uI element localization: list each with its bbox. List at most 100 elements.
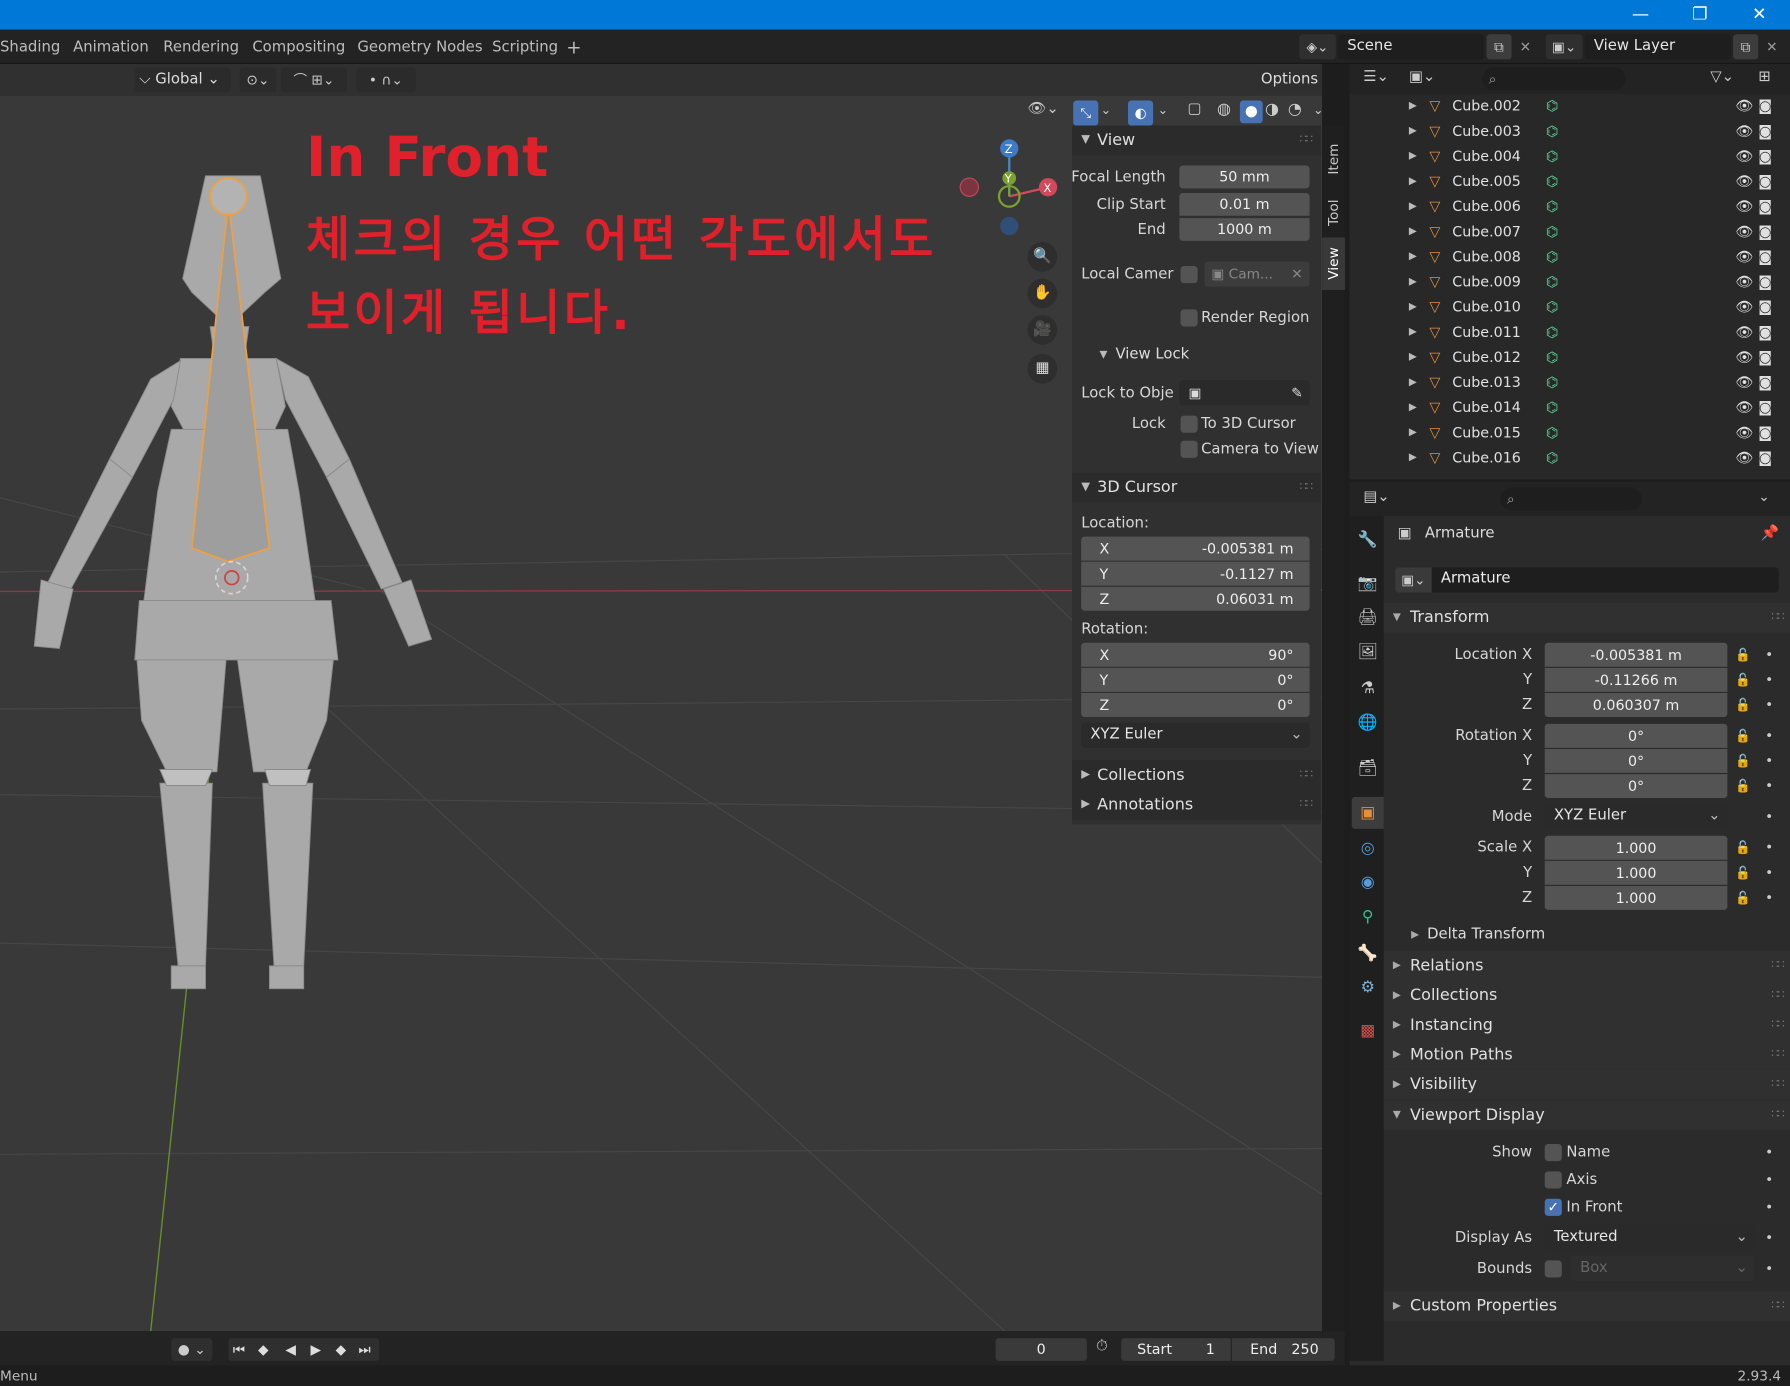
keyframe-dot-icon[interactable]: • xyxy=(1765,1171,1773,1187)
eye-icon[interactable]: 👁 xyxy=(1735,244,1753,269)
custom-properties-panel-header[interactable]: ▶ Custom Properties ∷∷ xyxy=(1383,1291,1790,1321)
play-icon[interactable]: ▶ xyxy=(311,1338,322,1361)
gizmo-dropdown-icon[interactable]: ⌄ xyxy=(1101,103,1112,118)
properties-search-input[interactable]: ⌕ xyxy=(1500,487,1642,511)
modifiers-tab-icon[interactable]: ◎ xyxy=(1357,838,1378,859)
record-icon[interactable]: ● ⌄ xyxy=(171,1338,213,1361)
new-collection-icon[interactable]: ⊞ xyxy=(1758,69,1770,86)
list-item[interactable]: ▶ ▽ Cube.010 ⌬ 👁 ◙ xyxy=(1349,295,1790,320)
annotations-panel-header[interactable]: ▶ Annotations ∷∷ xyxy=(1072,790,1321,820)
unlock-icon[interactable]: 🔓 xyxy=(1735,865,1751,880)
rendered-shading-icon[interactable]: ◔ xyxy=(1288,100,1302,118)
cursor-location-z[interactable]: Z 0.06031 m xyxy=(1081,586,1310,611)
eyedropper-icon[interactable]: ✎ xyxy=(1291,380,1302,405)
filter-icon[interactable]: ▽⌄ xyxy=(1710,69,1734,86)
view-layer-tab-icon[interactable]: 🖼 xyxy=(1357,642,1378,663)
camera-icon[interactable]: ◙ xyxy=(1758,320,1772,345)
new-view-layer-icon[interactable]: ⧉ xyxy=(1733,34,1759,60)
local-camera-checkbox[interactable] xyxy=(1180,266,1198,284)
tab-scripting[interactable]: Scripting xyxy=(492,37,558,60)
scene-tab-icon[interactable]: ⚗ xyxy=(1357,678,1378,699)
stopwatch-icon[interactable]: ⏱ xyxy=(1096,1338,1108,1355)
cursor-rotation-z[interactable]: Z 0° xyxy=(1081,693,1310,717)
eye-icon[interactable]: 👁 xyxy=(1735,445,1753,470)
drag-grip-icon[interactable]: ∷∷ xyxy=(1771,1291,1784,1321)
drag-grip-icon[interactable]: ∷∷ xyxy=(1771,951,1784,981)
list-item[interactable]: ▶ ▽ Cube.003 ⌬ 👁 ◙ xyxy=(1349,119,1790,144)
armature-data-tab-icon[interactable]: 🦴 xyxy=(1357,943,1378,964)
list-item[interactable]: ▶ ▽ Cube.004 ⌬ 👁 ◙ xyxy=(1349,144,1790,169)
drag-grip-icon[interactable]: ∷∷ xyxy=(1300,760,1313,790)
list-item[interactable]: ▶ ▽ Cube.005 ⌬ 👁 ◙ xyxy=(1349,169,1790,194)
tab-rendering[interactable]: Rendering xyxy=(163,37,239,60)
tab-animation[interactable]: Animation xyxy=(73,37,149,60)
camera-icon[interactable]: ◙ xyxy=(1758,295,1772,320)
eye-icon[interactable]: 👁 xyxy=(1735,345,1753,370)
keyframe-dot-icon[interactable]: • xyxy=(1765,646,1773,662)
render-region-checkbox[interactable] xyxy=(1180,309,1198,327)
object-browse-icon[interactable]: ▣⌄ xyxy=(1395,567,1432,593)
show-name-checkbox[interactable] xyxy=(1544,1143,1562,1162)
visibility-icon[interactable]: 👁⌄ xyxy=(1028,100,1059,117)
eye-icon[interactable]: 👁 xyxy=(1735,219,1753,244)
prev-keyframe-icon[interactable]: ◆ xyxy=(258,1338,269,1361)
chevron-down-icon[interactable]: ⌄ xyxy=(1758,489,1769,505)
keyframe-dot-icon[interactable]: • xyxy=(1765,839,1773,855)
shading-dropdown-icon[interactable]: ⌄ xyxy=(1313,103,1322,118)
pan-hand-icon[interactable]: ✋ xyxy=(1027,278,1058,309)
texture-tab-icon[interactable]: ▩ xyxy=(1357,1021,1378,1042)
drag-grip-icon[interactable]: ∷∷ xyxy=(1771,1010,1784,1040)
camera-icon[interactable]: ◙ xyxy=(1758,94,1772,119)
scale-y-field[interactable]: 1.000 xyxy=(1544,860,1728,885)
eye-icon[interactable]: 👁 xyxy=(1735,119,1753,144)
eye-icon[interactable]: 👁 xyxy=(1735,370,1753,395)
maximize-button[interactable]: ❐ xyxy=(1671,0,1728,30)
eye-icon[interactable]: 👁 xyxy=(1735,295,1753,320)
scale-x-field[interactable]: 1.000 xyxy=(1544,835,1728,860)
cursor-location-x[interactable]: X -0.005381 m xyxy=(1081,536,1310,561)
material-shading-icon[interactable]: ◑ xyxy=(1265,100,1279,118)
keyframe-dot-icon[interactable]: • xyxy=(1765,671,1773,687)
keyframe-dot-icon[interactable]: • xyxy=(1765,808,1773,824)
visibility-panel-header[interactable]: ▶ Visibility ∷∷ xyxy=(1383,1069,1790,1100)
editor-type-icon[interactable]: ▤⌄ xyxy=(1363,489,1389,506)
camera-icon[interactable]: ◙ xyxy=(1758,144,1772,169)
add-workspace-button[interactable]: + xyxy=(566,37,581,60)
pivot-point-icon[interactable]: ⊙⌄ xyxy=(239,67,277,93)
delete-view-layer-icon[interactable]: ✕ xyxy=(1761,34,1784,59)
drag-grip-icon[interactable]: ∷∷ xyxy=(1771,1040,1784,1070)
start-frame-field[interactable]: Start 1 xyxy=(1121,1338,1231,1361)
view-layer-selector-icon[interactable]: ▣⌄ xyxy=(1545,34,1583,60)
unlock-icon[interactable]: 🔓 xyxy=(1735,779,1751,794)
gizmo-toggle-icon[interactable]: ⤡ xyxy=(1073,100,1099,126)
camera-icon[interactable]: ◙ xyxy=(1758,119,1772,144)
keyframe-dot-icon[interactable]: • xyxy=(1765,1144,1773,1160)
keyframe-dot-icon[interactable]: • xyxy=(1765,889,1773,905)
bounds-checkbox[interactable] xyxy=(1544,1260,1562,1278)
list-item[interactable]: ▶ ▽ Cube.014 ⌬ 👁 ◙ xyxy=(1349,395,1790,420)
solid-shading-icon[interactable]: ● xyxy=(1239,100,1263,124)
clip-end-field[interactable]: 1000 m xyxy=(1179,218,1310,241)
location-x-field[interactable]: -0.005381 m xyxy=(1544,642,1728,667)
particles-tab-icon[interactable]: ◉ xyxy=(1357,872,1378,893)
collections-panel-header[interactable]: ▶ Collections ∷∷ xyxy=(1072,760,1321,791)
keyframe-dot-icon[interactable]: • xyxy=(1765,1230,1773,1246)
3d-cursor-panel-header[interactable]: ▼ 3D Cursor ∷∷ xyxy=(1072,472,1321,503)
list-item[interactable]: ▶ ▽ Cube.006 ⌬ 👁 ◙ xyxy=(1349,194,1790,219)
eye-icon[interactable]: 👁 xyxy=(1735,395,1753,420)
view-layer-name-field[interactable]: View Layer xyxy=(1584,34,1731,60)
camera-icon[interactable]: ◙ xyxy=(1758,269,1772,294)
play-reverse-icon[interactable]: ◀ xyxy=(285,1338,296,1361)
transform-orientation-dropdown[interactable]: ⌵ Global ⌄ xyxy=(134,67,231,93)
list-item[interactable]: ▶ ▽ Cube.002 ⌬ 👁 ◙ xyxy=(1349,94,1790,119)
navigation-gizmo[interactable]: Z Y X xyxy=(954,137,1068,240)
camera-icon[interactable]: ◙ xyxy=(1758,395,1772,420)
tab-item[interactable]: Item xyxy=(1322,130,1345,187)
list-item[interactable]: ▶ ▽ Cube.012 ⌬ 👁 ◙ xyxy=(1349,345,1790,370)
cursor-rotation-x[interactable]: X 90° xyxy=(1081,642,1310,667)
cursor-rotation-mode-dropdown[interactable]: XYZ Euler ⌄ xyxy=(1081,722,1310,748)
relations-panel-header[interactable]: ▶ Relations ∷∷ xyxy=(1383,951,1790,981)
camera-view-icon[interactable]: 🎥 xyxy=(1027,315,1058,345)
camera-icon[interactable]: ◙ xyxy=(1758,194,1772,219)
show-axis-checkbox[interactable] xyxy=(1544,1171,1562,1189)
